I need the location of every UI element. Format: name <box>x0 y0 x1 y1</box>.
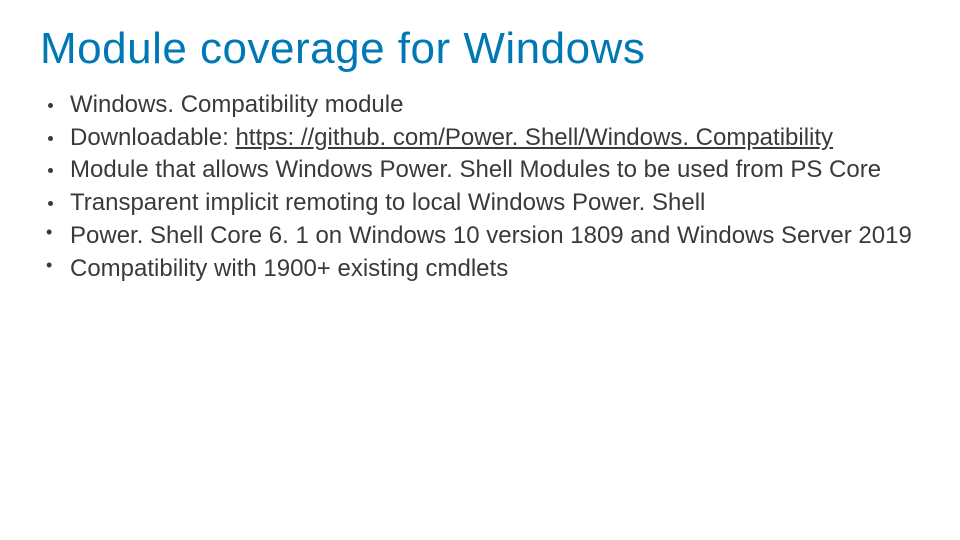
bullet-text: Transparent implicit remoting to local W… <box>70 189 705 216</box>
bullet-text: Windows. Compatibility module <box>70 91 403 118</box>
bullet-item: Windows. Compatibility module <box>40 90 920 121</box>
bullet-prefix: Downloadable: <box>70 124 235 151</box>
bullet-list: Windows. Compatibility module Downloadab… <box>40 90 920 284</box>
bullet-item: Compatibility with 1900+ existing cmdlet… <box>40 254 920 285</box>
bullet-text: Module that allows Windows Power. Shell … <box>70 156 881 183</box>
slide-title: Module coverage for Windows <box>40 24 920 74</box>
bullet-text: Compatibility with 1900+ existing cmdlet… <box>70 255 508 282</box>
bullet-item: Transparent implicit remoting to local W… <box>40 188 920 219</box>
bullet-item: Downloadable: https: //github. com/Power… <box>40 123 920 154</box>
bullet-item: Module that allows Windows Power. Shell … <box>40 155 920 186</box>
slide: Module coverage for Windows Windows. Com… <box>0 0 960 540</box>
download-link[interactable]: https: //github. com/Power. Shell/Window… <box>235 124 833 151</box>
bullet-text: Power. Shell Core 6. 1 on Windows 10 ver… <box>70 222 912 249</box>
bullet-item: Power. Shell Core 6. 1 on Windows 10 ver… <box>40 221 920 252</box>
